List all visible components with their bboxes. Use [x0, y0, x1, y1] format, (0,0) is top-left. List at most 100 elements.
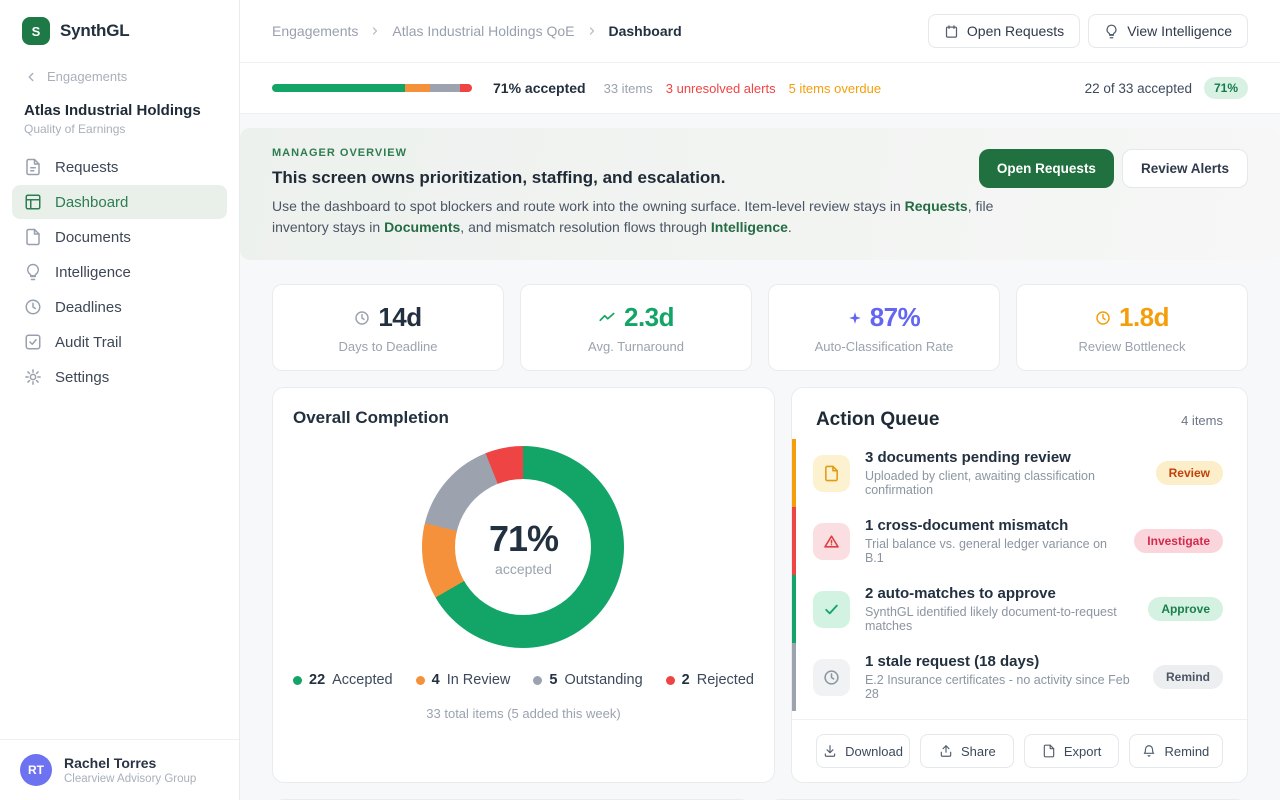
download-button[interactable]: Download: [816, 734, 910, 768]
donut-percent: 71%: [489, 518, 558, 560]
kpi-row: 14d Days to Deadline 2.3d Avg. Turnaroun…: [272, 284, 1248, 371]
completion-donut: 71% accepted: [422, 446, 624, 648]
queue-item-subtitle: E.2 Insurance certificates - no activity…: [865, 673, 1138, 701]
export-button[interactable]: Export: [1024, 734, 1118, 768]
banner-body: Use the dashboard to spot blockers and r…: [272, 196, 1017, 238]
button-label: View Intelligence: [1127, 23, 1232, 39]
completion-footer: 33 total items (5 added this week): [293, 706, 754, 721]
lightbulb-icon: [24, 263, 42, 281]
user-org: Clearview Advisory Group: [64, 773, 196, 785]
queue-item-subtitle: Trial balance vs. general ledger varianc…: [865, 537, 1119, 565]
status-alerts-label[interactable]: 3 unresolved alerts: [666, 81, 776, 96]
kpi-label: Auto-Classification Rate: [779, 339, 989, 354]
row-accent: [792, 575, 796, 643]
button-label: Remind: [1164, 744, 1209, 759]
chevron-right-icon: [369, 25, 381, 37]
chevron-right-icon: [586, 25, 598, 37]
documents-link[interactable]: Documents: [384, 219, 460, 235]
clipboard-icon: [944, 24, 959, 39]
gear-icon: [24, 368, 42, 386]
requests-link[interactable]: Requests: [905, 198, 968, 214]
legend-value: 2: [682, 672, 690, 688]
sidebar-item-documents[interactable]: Documents: [12, 220, 227, 254]
user-profile[interactable]: RT Rachel Torres Clearview Advisory Grou…: [0, 739, 239, 800]
queue-item-subtitle: Uploaded by client, awaiting classificat…: [865, 469, 1141, 497]
row-accent: [792, 439, 796, 507]
legend-item-outstanding: 5 Outstanding: [533, 672, 642, 688]
queue-row-auto-matches[interactable]: 2 auto-matches to approve SynthGL identi…: [792, 575, 1247, 643]
download-icon: [823, 744, 837, 758]
legend-dot: [666, 676, 675, 685]
legend-dot: [533, 676, 542, 685]
button-label: Share: [961, 744, 996, 759]
action-queue-card: Action Queue 4 items 3 documents pending…: [791, 387, 1248, 783]
file-text-icon: [24, 158, 42, 176]
row-accent: [792, 507, 796, 575]
button-label: Open Requests: [967, 23, 1064, 39]
legend-value: 4: [432, 672, 440, 688]
sidebar-item-requests[interactable]: Requests: [12, 150, 227, 184]
kpi-days-to-deadline: 14d Days to Deadline: [272, 284, 504, 371]
status-badge[interactable]: Remind: [1153, 665, 1223, 689]
banner-review-alerts-button[interactable]: Review Alerts: [1122, 149, 1248, 188]
remind-button[interactable]: Remind: [1129, 734, 1223, 768]
manager-overview-banner: MANAGER OVERVIEW This screen owns priori…: [240, 128, 1280, 260]
breadcrumb-engagements[interactable]: Engagements: [272, 23, 358, 39]
check-square-icon: [24, 333, 42, 351]
legend-item-rejected: 2 Rejected: [666, 672, 754, 688]
clock-icon: [813, 659, 850, 696]
queue-row-mismatch[interactable]: 1 cross-document mismatch Trial balance …: [792, 507, 1247, 575]
donut-sublabel: accepted: [495, 561, 552, 577]
content-area: MANAGER OVERVIEW This screen owns priori…: [240, 114, 1280, 800]
queue-row-pending-review[interactable]: 3 documents pending review Uploaded by c…: [792, 439, 1247, 507]
queue-item-title: 1 cross-document mismatch: [865, 517, 1119, 534]
main-area: Engagements Atlas Industrial Holdings Qo…: [240, 0, 1280, 800]
row-accent: [792, 643, 796, 711]
queue-item-title: 2 auto-matches to approve: [865, 585, 1133, 602]
charts-row: Overall Completion 71% accepted 22 Accep…: [272, 387, 1248, 783]
status-right: 22 of 33 accepted 71%: [1085, 77, 1248, 99]
status-items-label: 33 items: [604, 81, 653, 96]
breadcrumb-engagement-name[interactable]: Atlas Industrial Holdings QoE: [392, 23, 574, 39]
intelligence-link[interactable]: Intelligence: [711, 219, 788, 235]
queue-item-subtitle: SynthGL identified likely document-to-re…: [865, 605, 1133, 633]
chevron-left-icon: [24, 70, 38, 84]
kpi-review-bottleneck: 1.8d Review Bottleneck: [1016, 284, 1248, 371]
sidebar-item-intelligence[interactable]: Intelligence: [12, 255, 227, 289]
status-overdue-label[interactable]: 5 items overdue: [789, 81, 882, 96]
sidebar-item-settings[interactable]: Settings: [12, 360, 227, 394]
avatar: RT: [20, 754, 52, 786]
sidebar-item-audit-trail[interactable]: Audit Trail: [12, 325, 227, 359]
status-badge[interactable]: Approve: [1148, 597, 1223, 621]
view-intelligence-button[interactable]: View Intelligence: [1088, 14, 1248, 48]
clock-icon: [24, 298, 42, 316]
engagement-subtitle: Quality of Earnings: [24, 122, 219, 136]
status-bar: 71% accepted 33 items 3 unresolved alert…: [240, 63, 1280, 114]
share-button[interactable]: Share: [920, 734, 1014, 768]
sidebar-item-deadlines[interactable]: Deadlines: [12, 290, 227, 324]
kpi-avg-turnaround: 2.3d Avg. Turnaround: [520, 284, 752, 371]
banner-open-requests-button[interactable]: Open Requests: [979, 149, 1114, 188]
back-to-engagements-link[interactable]: Engagements: [0, 45, 239, 84]
queue-row-stale-request[interactable]: 1 stale request (18 days) E.2 Insurance …: [792, 643, 1247, 711]
legend-dot: [293, 676, 302, 685]
sidebar-nav: Requests Dashboard Documents Intelligenc…: [0, 140, 239, 395]
banner-actions: Open Requests Review Alerts: [979, 149, 1248, 188]
sidebar: S SynthGL Engagements Atlas Industrial H…: [0, 0, 240, 800]
file-icon: [813, 455, 850, 492]
legend-dot: [416, 676, 425, 685]
kpi-value: 87%: [870, 302, 921, 333]
queue-item-title: 1 stale request (18 days): [865, 653, 1138, 670]
status-badge[interactable]: Review: [1156, 461, 1223, 485]
clock-icon: [354, 310, 370, 326]
kpi-label: Avg. Turnaround: [531, 339, 741, 354]
kpi-value: 2.3d: [624, 302, 674, 333]
open-requests-button[interactable]: Open Requests: [928, 14, 1080, 48]
status-badge[interactable]: Investigate: [1134, 529, 1223, 553]
sidebar-spacer: [0, 395, 239, 739]
sidebar-item-dashboard[interactable]: Dashboard: [12, 185, 227, 219]
kpi-label: Review Bottleneck: [1027, 339, 1237, 354]
completion-legend: 22 Accepted 4 In Review 5 Outstanding: [293, 672, 754, 688]
sidebar-item-label: Dashboard: [55, 194, 128, 211]
check-icon: [813, 591, 850, 628]
